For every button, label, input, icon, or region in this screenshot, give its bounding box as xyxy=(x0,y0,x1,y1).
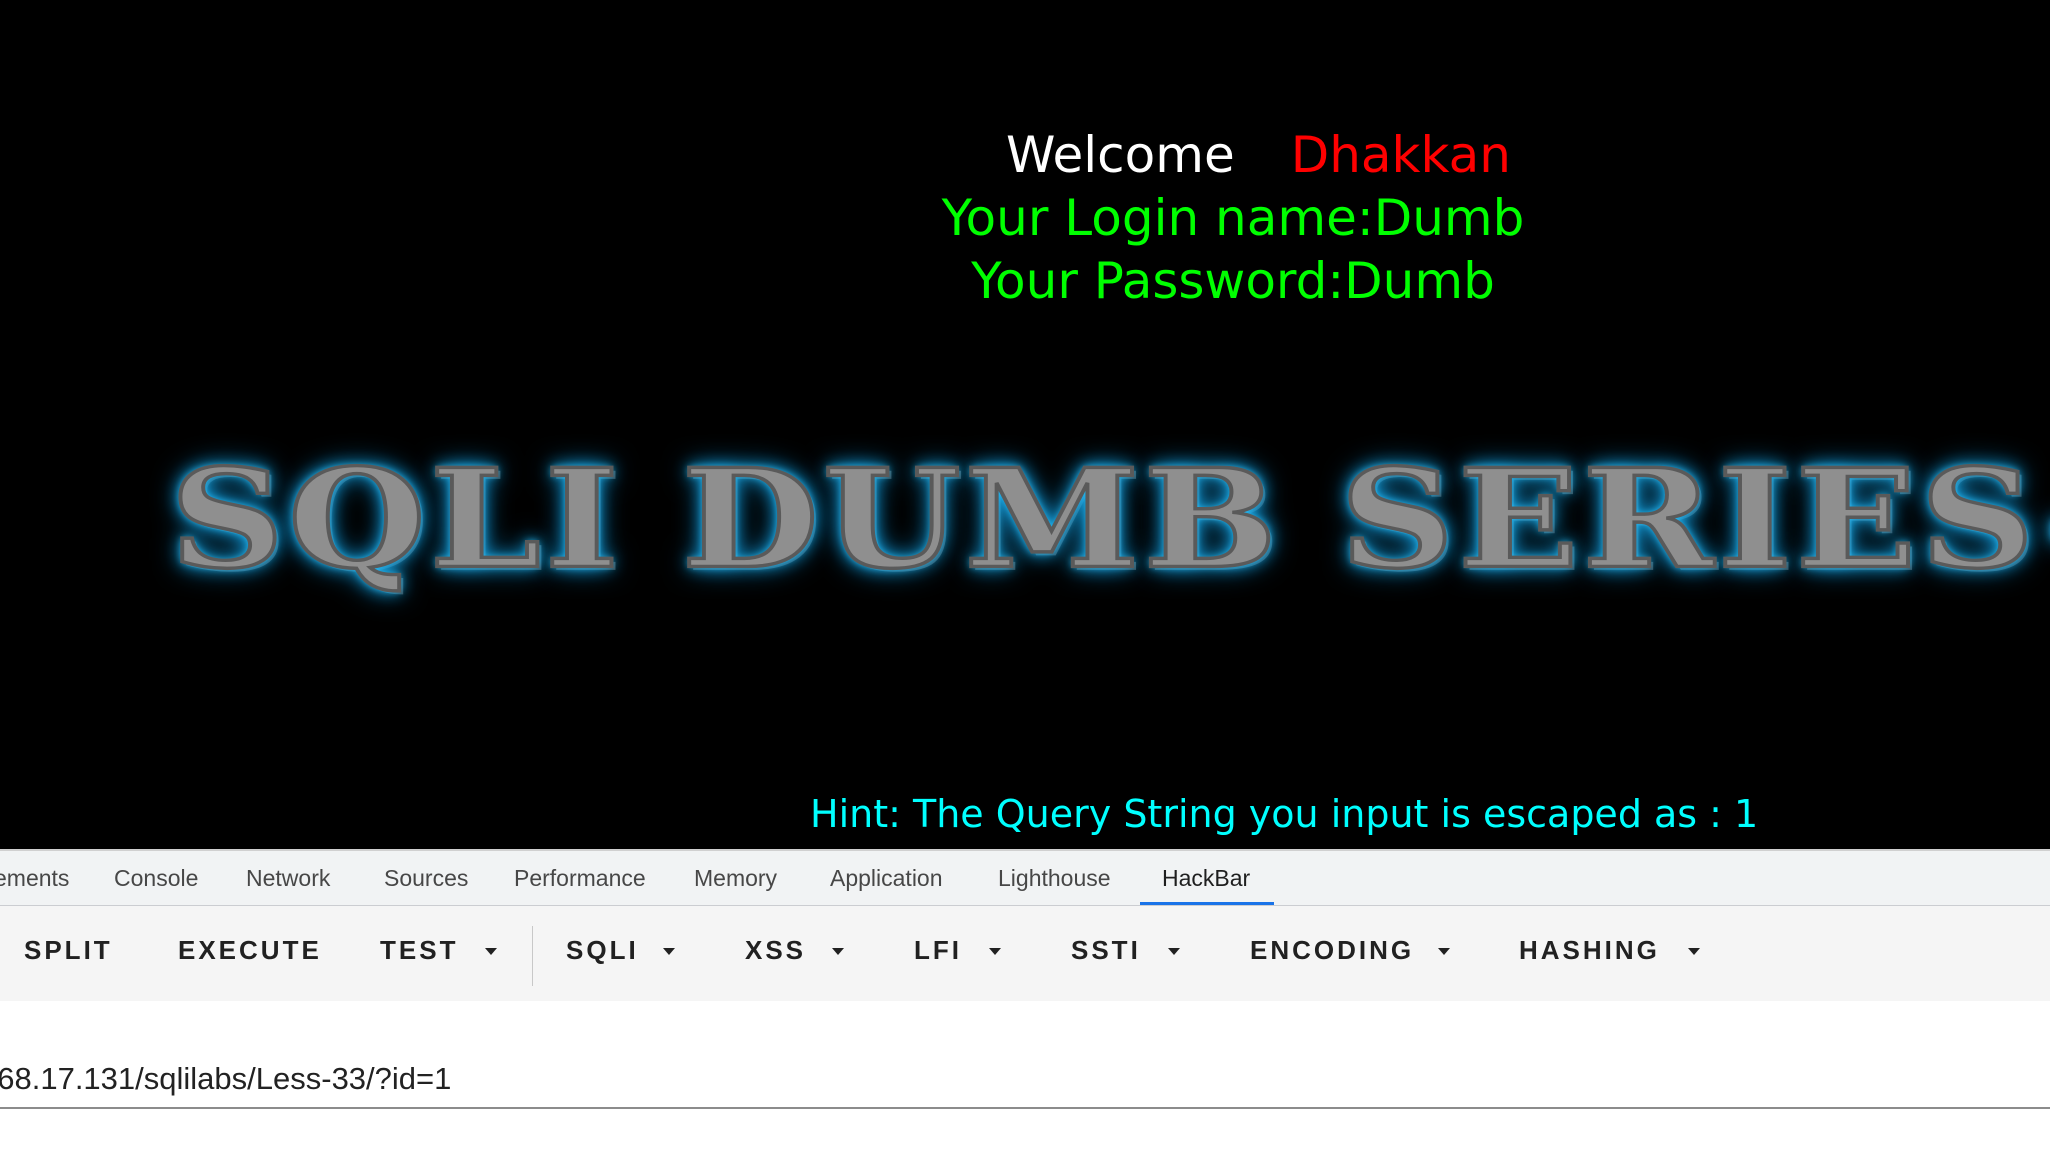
test-button[interactable]: TEST xyxy=(380,935,458,966)
lfi-button[interactable]: LFI xyxy=(914,935,962,966)
lfi-chevron-down-icon[interactable] xyxy=(989,948,1001,955)
xss-button[interactable]: XSS xyxy=(745,935,806,966)
welcome-line: Welcome Dhakkan xyxy=(1006,126,1511,184)
hackbar-toolbar: SPLIT EXECUTE TEST SQLI XSS LFI SSTI ENC… xyxy=(0,906,2050,1001)
split-button[interactable]: SPLIT xyxy=(24,935,113,966)
tab-console[interactable]: Console xyxy=(114,865,198,892)
tab-sources[interactable]: Sources xyxy=(384,865,468,892)
xss-chevron-down-icon[interactable] xyxy=(832,948,844,955)
hackbar-url-area xyxy=(0,1001,2050,1164)
tab-performance[interactable]: Performance xyxy=(514,865,646,892)
browser-window: Welcome Dhakkan Your Login name:Dumb Your… xyxy=(0,0,2050,1164)
url-input[interactable] xyxy=(0,1051,2050,1109)
login-name-text: Your Login name:Dumb xyxy=(941,189,1525,247)
execute-button[interactable]: EXECUTE xyxy=(178,935,322,966)
tab-hackbar[interactable]: HackBar xyxy=(1162,865,1250,892)
hint-text: Hint: The Query String you input is esca… xyxy=(810,792,1759,836)
sqli-dumb-series-banner: SQLI DUMB SERIES-3 xyxy=(168,438,2050,601)
devtools-panel: ements Console Network Sources Performan… xyxy=(0,849,2050,1164)
sqli-button[interactable]: SQLI xyxy=(566,935,639,966)
webpage-viewport: Welcome Dhakkan Your Login name:Dumb Your… xyxy=(0,0,2050,849)
test-chevron-down-icon[interactable] xyxy=(485,948,497,955)
ssti-chevron-down-icon[interactable] xyxy=(1168,948,1180,955)
tab-elements[interactable]: ements xyxy=(0,865,69,892)
tab-lighthouse[interactable]: Lighthouse xyxy=(998,865,1111,892)
toolbar-divider xyxy=(532,926,533,986)
active-tab-indicator xyxy=(1140,902,1274,905)
encoding-button[interactable]: ENCODING xyxy=(1250,935,1414,966)
devtools-tab-bar: ements Console Network Sources Performan… xyxy=(0,851,2050,906)
password-text: Your Password:Dumb xyxy=(971,252,1495,310)
tab-network[interactable]: Network xyxy=(246,865,330,892)
hashing-chevron-down-icon[interactable] xyxy=(1688,948,1700,955)
ssti-button[interactable]: SSTI xyxy=(1071,935,1141,966)
encoding-chevron-down-icon[interactable] xyxy=(1438,948,1450,955)
tab-application[interactable]: Application xyxy=(830,865,943,892)
welcome-username: Dhakkan xyxy=(1290,126,1511,184)
hashing-button[interactable]: HASHING xyxy=(1519,935,1660,966)
sqli-chevron-down-icon[interactable] xyxy=(663,948,675,955)
tab-memory[interactable]: Memory xyxy=(694,865,777,892)
welcome-text: Welcome xyxy=(1006,126,1235,184)
